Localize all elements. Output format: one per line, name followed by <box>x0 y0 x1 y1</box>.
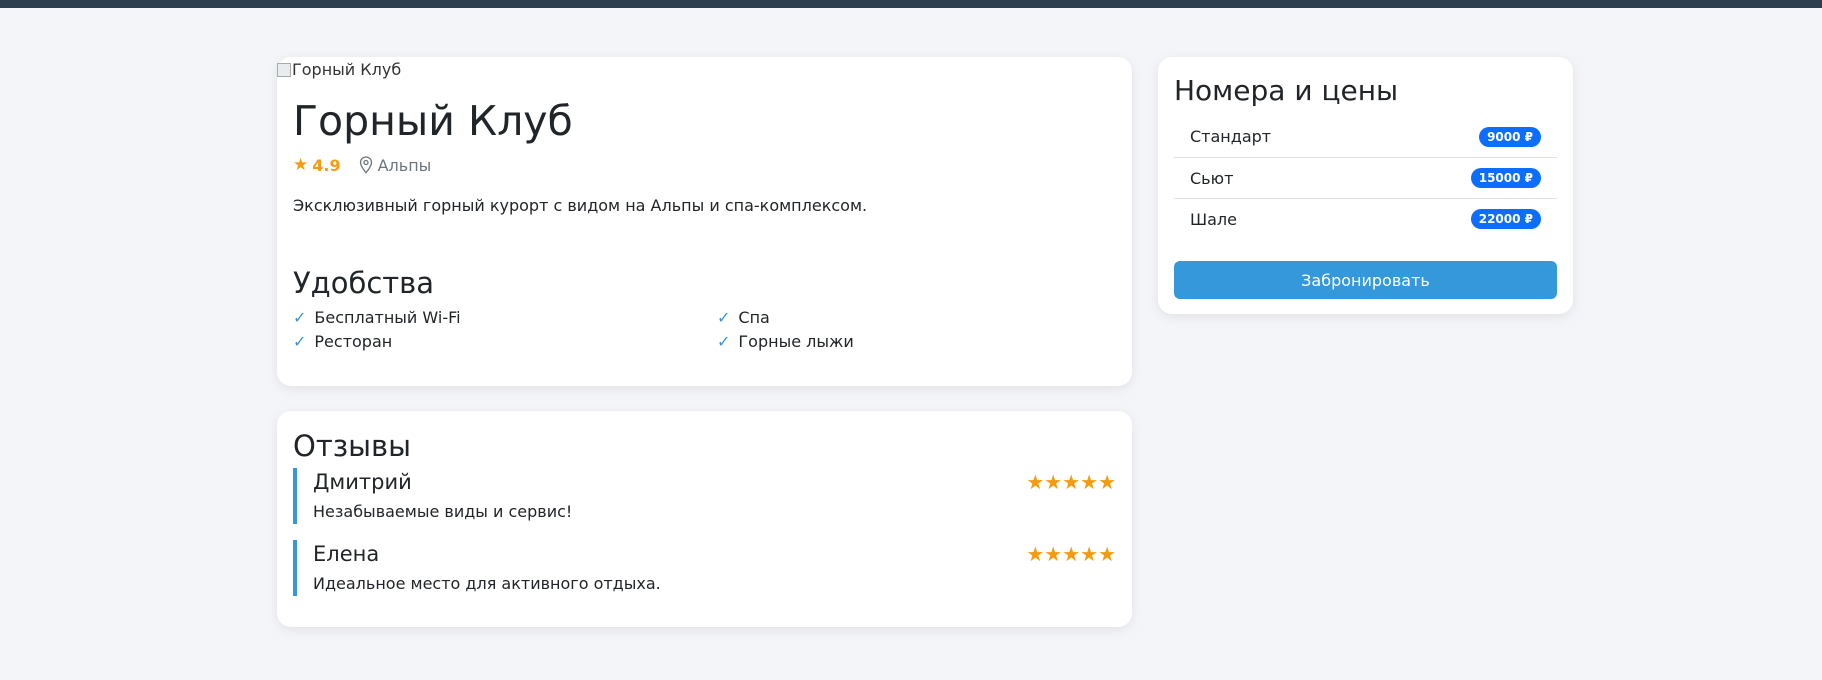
room-row[interactable]: Стандарт 9000 ₽ <box>1174 116 1557 157</box>
review-author: Дмитрий <box>313 470 412 494</box>
map-pin-icon <box>359 156 372 174</box>
amenity-item: ✓ Спа <box>717 308 770 327</box>
hotel-description: Эксклюзивный горный курорт с видом на Ал… <box>293 196 868 215</box>
review-stars-icon: ★★★★★ <box>1026 470 1116 494</box>
review-item: Елена ★★★★★ Идеальное место для активног… <box>293 540 1116 596</box>
review-text: Незабываемые виды и сервис! <box>313 502 573 521</box>
room-row[interactable]: Сьют 15000 ₽ <box>1174 157 1557 198</box>
room-name: Шале <box>1190 209 1237 229</box>
room-name: Сьют <box>1190 168 1234 188</box>
review-item: Дмитрий ★★★★★ Незабываемые виды и сервис… <box>293 468 1116 524</box>
hotel-rating: 4.9 <box>312 155 341 175</box>
amenities-title: Удобства <box>293 266 435 300</box>
rooms-card: Номера и цены Стандарт 9000 ₽ Сьют 15000… <box>1158 57 1573 314</box>
amenity-label: Спа <box>738 308 770 327</box>
amenity-item: ✓ Горные лыжи <box>717 332 854 351</box>
review-author: Елена <box>313 542 380 566</box>
review-stars-icon: ★★★★★ <box>1026 542 1116 566</box>
price-badge: 9000 ₽ <box>1479 126 1541 147</box>
amenity-label: Ресторан <box>314 332 393 351</box>
hotel-image: Горный Клуб <box>277 60 401 79</box>
room-row[interactable]: Шале 22000 ₽ <box>1174 198 1557 239</box>
hotel-location: Альпы <box>377 155 432 175</box>
reviews-card: Отзывы Дмитрий ★★★★★ Незабываемые виды и… <box>277 411 1132 627</box>
amenity-label: Бесплатный Wi-Fi <box>314 308 461 327</box>
rooms-title: Номера и цены <box>1174 74 1399 107</box>
broken-image-icon <box>277 62 291 77</box>
star-icon: ★ <box>293 155 309 175</box>
check-icon: ✓ <box>293 332 307 351</box>
reviews-title: Отзывы <box>293 429 412 463</box>
hotel-meta: ★ 4.9 Альпы <box>293 155 431 175</box>
review-text: Идеальное место для активного отдыха. <box>313 574 661 593</box>
top-bar <box>0 0 1822 8</box>
book-button[interactable]: Забронировать <box>1174 261 1557 299</box>
hotel-image-alt: Горный Клуб <box>292 60 402 79</box>
check-icon: ✓ <box>293 308 307 327</box>
check-icon: ✓ <box>717 308 731 327</box>
room-name: Стандарт <box>1190 127 1272 146</box>
check-icon: ✓ <box>717 332 731 351</box>
price-badge: 22000 ₽ <box>1470 209 1541 229</box>
amenity-item: ✓ Бесплатный Wi-Fi <box>293 308 461 327</box>
hotel-title: Горный Клуб <box>293 97 573 145</box>
hotel-card: Горный Клуб Горный Клуб ★ 4.9 Альпы Экск… <box>277 57 1132 386</box>
amenity-label: Горные лыжи <box>738 332 854 351</box>
amenity-item: ✓ Ресторан <box>293 332 392 351</box>
price-badge: 15000 ₽ <box>1470 168 1541 188</box>
